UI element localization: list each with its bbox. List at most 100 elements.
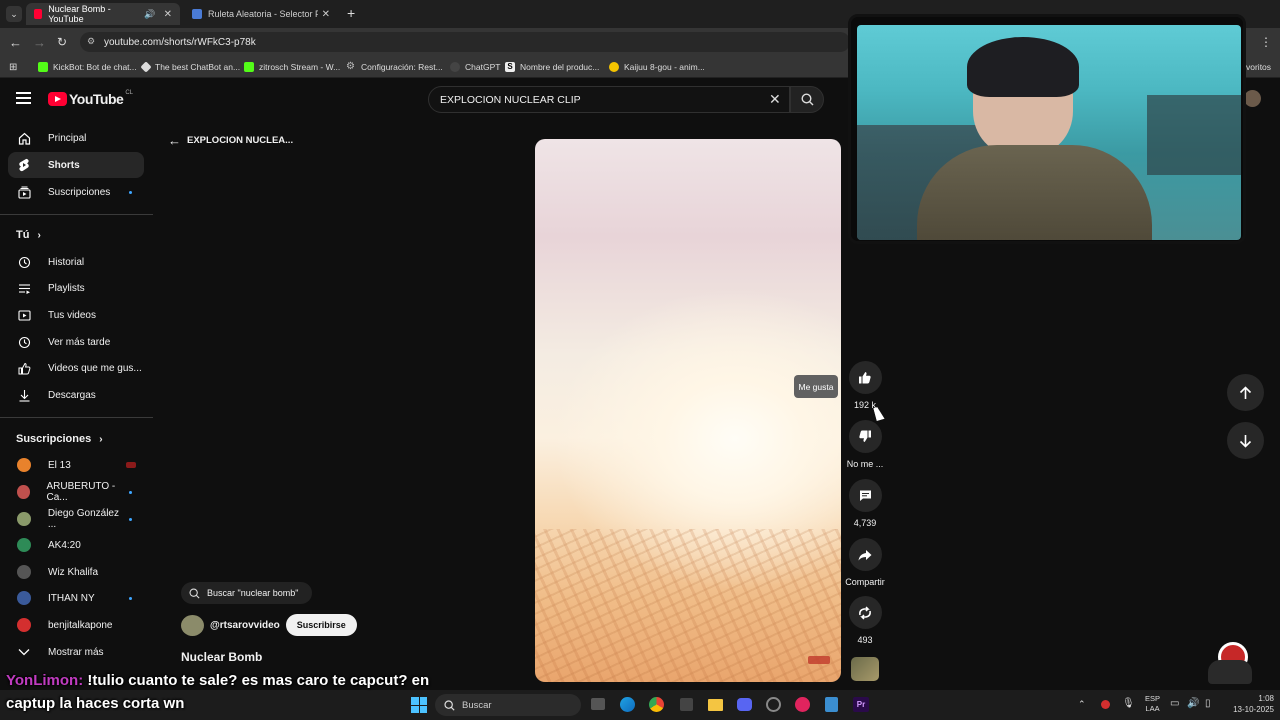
bookmark-item[interactable]: Kaijuu 8-gou - anim... <box>609 60 705 74</box>
close-tab-icon[interactable]: ✕ <box>322 9 330 20</box>
url-field[interactable]: ⚙ youtube.com/shorts/rWFkC3-p78k <box>80 32 850 52</box>
jacket-shape <box>917 145 1152 240</box>
dislike-button[interactable] <box>848 420 882 453</box>
sidebar-item-descargas[interactable]: Descargas <box>8 382 144 408</box>
like-button[interactable] <box>848 361 882 394</box>
chat-message-line2: captup la haces corta wn <box>6 695 185 712</box>
previous-short-button[interactable] <box>1227 374 1264 411</box>
share-arrow-icon <box>858 549 872 560</box>
sidebar-item-label: ITHAN NY <box>48 592 95 604</box>
search-button[interactable] <box>790 86 824 113</box>
bookmark-item[interactable]: ⚙ Configuración: Rest... <box>346 60 443 74</box>
clear-search-icon[interactable]: ✕ <box>769 91 781 108</box>
sound-thumbnail[interactable] <box>851 657 879 681</box>
taskbar-search-input[interactable]: Buscar <box>435 694 581 716</box>
stream-chat-overlay: YonLimon: !tulio cuanto te sale? es mas … <box>6 669 429 715</box>
tray-app-icon[interactable] <box>1101 700 1110 709</box>
browser-menu-icon[interactable]: ⋮ <box>1260 35 1272 49</box>
bookmark-item[interactable]: voritos <box>1246 60 1271 74</box>
sidebar-item-playlists[interactable]: Playlists <box>8 275 144 301</box>
channel-avatar <box>17 565 31 579</box>
battery-icon[interactable]: ▯ <box>1205 698 1211 709</box>
volume-icon[interactable]: 🔊 <box>1187 698 1199 709</box>
sidebar-divider <box>0 417 153 418</box>
subscriptions-section-title[interactable]: Suscripciones › <box>16 433 103 445</box>
sidebar-sub-aruberuto[interactable]: ARUBERUTO - Ca... <box>8 479 144 505</box>
chevron-up-icon[interactable]: ⌃ <box>1078 699 1086 710</box>
remix-button[interactable] <box>848 596 882 629</box>
premiere-pro-icon[interactable]: Pr <box>853 697 869 712</box>
task-view-icon[interactable] <box>591 698 605 710</box>
app-icon[interactable] <box>680 698 693 711</box>
tab-title: Ruleta Aleatoria - Selector Pers <box>208 9 318 19</box>
sidebar-item-label: Playlists <box>48 282 85 294</box>
sidebar-item-historial[interactable]: Historial <box>8 249 144 275</box>
comments-action: 4,739 <box>848 479 882 528</box>
channel-avatar <box>17 458 31 472</box>
apps-grid-icon[interactable]: ⊞ <box>9 60 17 74</box>
clock[interactable]: 1:08 13-10-2025 <box>1222 693 1274 715</box>
new-tab-button[interactable]: + <box>347 5 355 21</box>
thumbs-down-icon <box>859 430 871 442</box>
city-aerial-view <box>535 529 841 682</box>
sidebar-item-label: ARUBERUTO - Ca... <box>46 481 116 503</box>
remix-icon <box>859 605 871 620</box>
search-input[interactable]: EXPLOCION NUCLEAR CLIP ✕ <box>428 86 790 113</box>
notepad-icon[interactable] <box>825 697 838 712</box>
sidebar-sub-wiz-khalifa[interactable]: Wiz Khalifa <box>8 559 144 585</box>
site-info-icon[interactable]: ⚙ <box>87 36 95 47</box>
tab-list-button[interactable]: ⌄ <box>6 6 22 22</box>
sidebar-item-tus-videos[interactable]: Tus videos <box>8 302 144 328</box>
bookmark-item[interactable]: zitrosch Stream - W... <box>244 60 340 74</box>
close-tab-icon[interactable]: ✕ <box>164 9 172 20</box>
account-avatar[interactable] <box>1244 90 1261 107</box>
bookmark-item[interactable]: The best ChatBot an... <box>140 60 240 74</box>
channel-avatar[interactable] <box>181 614 204 636</box>
microphone-icon[interactable]: 🎙 <box>1122 698 1135 709</box>
sidebar-sub-ak420[interactable]: AK4:20 <box>8 532 144 558</box>
sidebar-sub-el-13[interactable]: El 13 <box>8 452 144 478</box>
sidebar-sub-benjitalkapone[interactable]: benjitalkapone <box>8 612 144 638</box>
file-explorer-icon[interactable] <box>708 699 723 711</box>
network-icon[interactable]: ▭ <box>1170 698 1179 709</box>
forward-arrow-icon[interactable]: → <box>33 35 46 50</box>
language-indicator[interactable]: ESP LAA <box>1145 694 1160 714</box>
subscribe-button[interactable]: Suscribirse <box>285 614 357 636</box>
app-icon[interactable] <box>795 697 810 712</box>
like-action: 192 k <box>848 361 882 410</box>
back-arrow-icon[interactable]: ← <box>9 35 22 50</box>
chrome-browser-icon[interactable] <box>649 697 664 712</box>
sidebar-item-shorts[interactable]: Shorts <box>8 152 144 178</box>
app-icon[interactable] <box>766 697 781 712</box>
you-section-title[interactable]: Tú › <box>16 229 41 241</box>
tab-ruleta[interactable]: Ruleta Aleatoria - Selector Pers ✕ <box>184 3 338 25</box>
sidebar-show-more[interactable]: Mostrar más <box>8 639 144 665</box>
edge-browser-icon[interactable] <box>620 697 635 712</box>
sidebar-item-suscripciones[interactable]: Suscripciones <box>8 179 144 205</box>
comments-button[interactable] <box>848 479 882 512</box>
bookmark-item[interactable]: ChatGPT <box>450 60 500 74</box>
tab-nuclear-bomb[interactable]: Nuclear Bomb - YouTube 🔊 ✕ <box>26 3 180 25</box>
audio-icon[interactable]: 🔊 <box>144 9 155 20</box>
bookmark-label: voritos <box>1246 62 1272 72</box>
bookmark-item[interactable]: KickBot: Bot de chat... <box>38 60 137 74</box>
discord-icon[interactable] <box>737 698 752 711</box>
sidebar-item-label: Descargas <box>48 389 96 401</box>
back-arrow-icon: ← <box>168 133 181 148</box>
sidebar-item-ver-mas-tarde[interactable]: Ver más tarde <box>8 329 144 355</box>
search-suggestion-chip[interactable]: Buscar "nuclear bomb" <box>181 582 312 604</box>
bookmark-item[interactable]: S Nombre del produc... <box>505 60 599 74</box>
sidebar-item-liked-videos[interactable]: Videos que me gus... <box>8 355 144 381</box>
sidebar-item-principal[interactable]: Principal <box>8 125 144 151</box>
short-video-player[interactable] <box>535 139 841 682</box>
channel-name[interactable]: @rtsarovvideo <box>210 620 280 631</box>
reload-icon[interactable]: ↻ <box>57 35 67 49</box>
share-action: Compartir <box>845 538 885 587</box>
comment-icon <box>859 490 871 501</box>
share-button[interactable] <box>848 538 882 571</box>
sidebar-sub-diego-gonzalez[interactable]: Diego González ... <box>8 506 144 532</box>
sidebar-sub-ithan-ny[interactable]: ITHAN NY <box>8 585 144 611</box>
next-short-button[interactable] <box>1227 422 1264 459</box>
back-to-search-button[interactable]: ← EXPLOCION NUCLEA... <box>168 133 293 148</box>
bookmark-label: Kaijuu 8-gou - anim... <box>624 62 705 72</box>
